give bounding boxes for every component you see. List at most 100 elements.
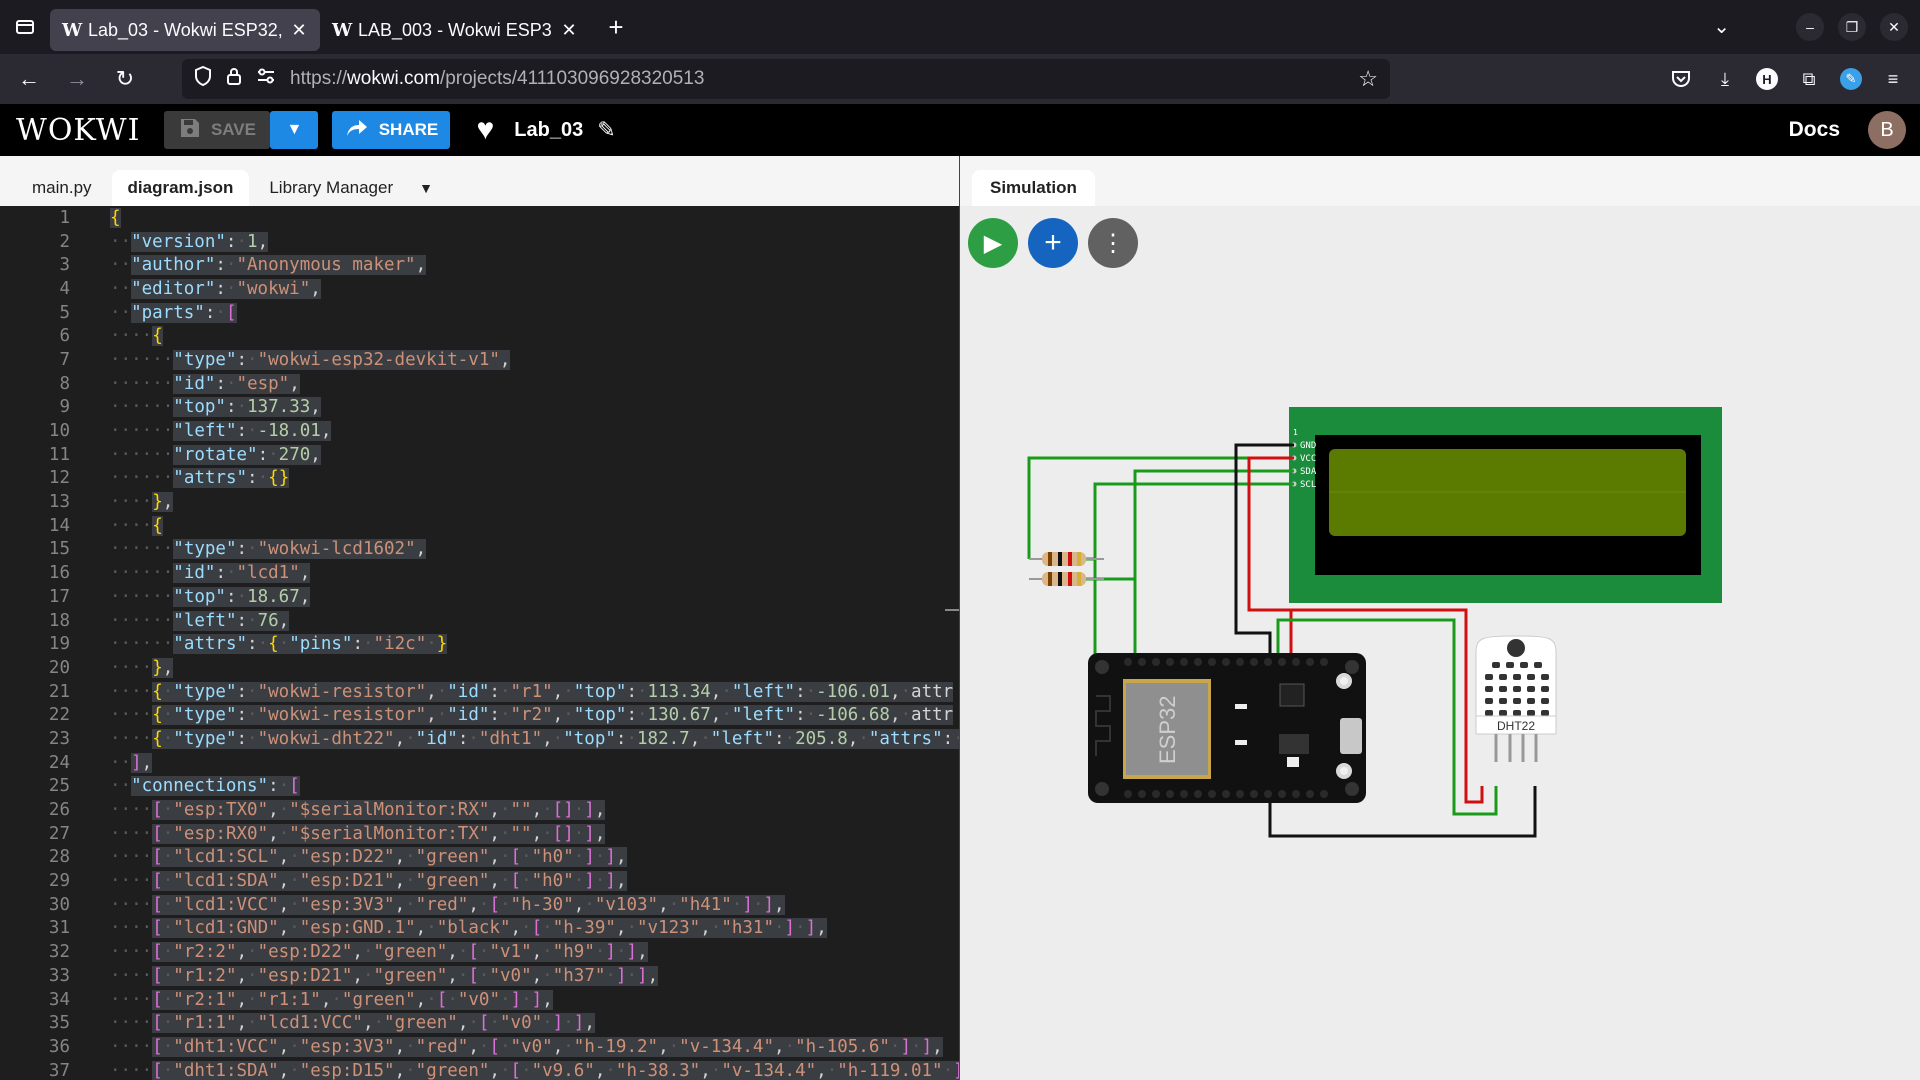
tab-library-manager[interactable]: Library Manager (253, 170, 409, 206)
save-dropdown-button[interactable]: ▼ (270, 111, 319, 149)
line-number: 11 (48, 444, 70, 465)
pocket-icon[interactable] (1668, 66, 1694, 92)
code-line[interactable]: 2 ··"version":·1, (0, 230, 959, 254)
code-line[interactable]: 37 ····[·"dht1:SDA",·"esp:D15",·"green",·… (0, 1059, 959, 1080)
code-text: ····{ (110, 515, 163, 536)
extension-h-icon[interactable]: H (1756, 68, 1778, 90)
code-line[interactable]: 35 ····[·"r1:1",·"lcd1:VCC",·"green",·[·"… (0, 1011, 959, 1035)
dht22-sensor[interactable]: DHT22 (1475, 635, 1557, 762)
code-line[interactable]: 20 ····}, (0, 656, 959, 680)
code-line[interactable]: 16 ······"id":·"lcd1", (0, 561, 959, 585)
code-line[interactable]: 33 ····[·"r1:2",·"esp:D21",·"green",·[·"v… (0, 964, 959, 988)
code-line[interactable]: 19 ······"attrs":·{·"pins":·"i2c"·} (0, 632, 959, 656)
close-icon[interactable]: ✕ (560, 20, 578, 41)
tabs-dropdown-icon[interactable]: ▼ (413, 170, 439, 206)
wokwi-header: WOKWI SAVE ▼ SHARE ♥ Lab_03 ✎ Docs B (0, 104, 1920, 156)
simulation-canvas[interactable]: ▶ + ⋮ 1 GND VCC SDA SCL ESP32 DHT22 (960, 206, 1920, 1080)
project-name[interactable]: Lab_03 (514, 119, 583, 142)
line-number: 20 (48, 657, 70, 678)
url-bar[interactable]: https://wokwi.com/projects/4111030969283… (182, 59, 1390, 99)
line-number: 30 (48, 894, 70, 915)
shield-icon[interactable] (194, 65, 212, 92)
reload-icon[interactable]: ↻ (104, 59, 146, 99)
back-arrow-icon[interactable]: ← (8, 59, 50, 99)
code-line[interactable]: 14 ····{ (0, 514, 959, 538)
chevron-down-icon[interactable]: ⌄ (1713, 14, 1730, 39)
code-line[interactable]: 12 ······"attrs":·{} (0, 467, 959, 491)
heart-icon[interactable]: ♥ (476, 113, 494, 147)
code-text: ······"left":·76, (110, 610, 290, 631)
extension-blue-icon[interactable]: ✎ (1840, 68, 1862, 90)
docs-link[interactable]: Docs (1789, 118, 1840, 142)
code-line[interactable]: 9 ······"top":·137.33, (0, 396, 959, 420)
tab-list-icon[interactable] (0, 0, 50, 54)
pencil-edit-icon[interactable]: ✎ (597, 117, 615, 143)
code-line[interactable]: 22 ····{·"type":·"wokwi-resistor",·"id":·… (0, 703, 959, 727)
browser-tab-lab003[interactable]: W LAB_003 - Wokwi ESP32, S ✕ (320, 9, 590, 51)
code-text: ··"version":·1, (110, 231, 269, 252)
code-line[interactable]: 3 ··"author":·"Anonymous maker", (0, 253, 959, 277)
code-line[interactable]: 15 ······"type":·"wokwi-lcd1602", (0, 538, 959, 562)
permissions-icon[interactable] (256, 68, 276, 90)
tab-diagram-json[interactable]: diagram.json (111, 170, 250, 206)
wokwi-logo[interactable]: WOKWI (16, 113, 140, 148)
code-line[interactable]: 17 ······"top":·18.67, (0, 585, 959, 609)
lock-icon[interactable] (226, 66, 242, 92)
browser-tab-lab03[interactable]: W Lab_03 - Wokwi ESP32, STM ✕ (50, 9, 320, 51)
code-line[interactable]: 21 ····{·"type":·"wokwi-resistor",·"id":·… (0, 680, 959, 704)
code-editor[interactable]: 1{2 ··"version":·1, 3 ··"author":·"Anonymou… (0, 206, 959, 1080)
code-line[interactable]: 32 ····[·"r2:2",·"esp:D22",·"green",·[·"v… (0, 940, 959, 964)
new-tab-button[interactable]: + (594, 6, 638, 48)
code-text: ····[·"esp:TX0",·"$serialMonitor:RX",·""… (110, 800, 606, 821)
code-line[interactable]: 1{ (0, 206, 959, 230)
esp32-devkit-board[interactable]: ESP32 (1088, 653, 1366, 803)
tab-main-py[interactable]: main.py (16, 170, 108, 206)
code-line[interactable]: 25 ··"connections":·[ (0, 775, 959, 799)
code-line[interactable]: 18 ······"left":·76, (0, 609, 959, 633)
code-text: ······"top":·18.67, (110, 586, 311, 607)
code-line[interactable]: 5 ··"parts":·[ (0, 301, 959, 325)
close-icon[interactable]: ✕ (290, 20, 308, 41)
restore-icon[interactable]: ❐ (1838, 13, 1866, 41)
code-line[interactable]: 13 ····}, (0, 490, 959, 514)
forward-arrow-icon[interactable]: → (56, 59, 98, 99)
code-line[interactable]: 6 ····{ (0, 324, 959, 348)
tab-simulation[interactable]: Simulation (972, 170, 1095, 206)
code-line[interactable]: 31 ····[·"lcd1:GND",·"esp:GND.1",·"black"… (0, 917, 959, 941)
resistor-r1[interactable] (1029, 552, 1104, 566)
bookmark-star-icon[interactable]: ☆ (1358, 66, 1378, 92)
save-button[interactable]: SAVE (164, 111, 271, 149)
wokwi-favicon-icon: W (62, 19, 83, 41)
resistor-r2[interactable] (1029, 572, 1104, 586)
code-line[interactable]: 8 ······"id":·"esp", (0, 372, 959, 396)
code-text: { (110, 207, 121, 228)
download-icon[interactable]: ⤓ (1712, 66, 1738, 92)
code-line[interactable]: 11 ······"rotate":·270, (0, 443, 959, 467)
code-line[interactable]: 28 ····[·"lcd1:SCL",·"esp:D22",·"green",·… (0, 846, 959, 870)
line-number: 14 (48, 515, 70, 536)
browser-tab-bar: W Lab_03 - Wokwi ESP32, STM ✕ W LAB_003 … (0, 0, 1920, 54)
code-text: ····{·"type":·"wokwi-resistor",·"id":·"r… (110, 681, 954, 702)
share-button[interactable]: SHARE (332, 111, 451, 149)
code-line[interactable]: 36 ····[·"dht1:VCC",·"esp:3V3",·"red",·[·… (0, 1035, 959, 1059)
code-line[interactable]: 23 ····{·"type":·"wokwi-dht22",·"id":·"dh… (0, 727, 959, 751)
code-line[interactable]: 30 ····[·"lcd1:VCC",·"esp:3V3",·"red",·[·… (0, 893, 959, 917)
code-line[interactable]: 4 ··"editor":·"wokwi", (0, 277, 959, 301)
code-line[interactable]: 24 ··], (0, 751, 959, 775)
url-host: wokwi.com (347, 68, 440, 89)
menu-hamburger-icon[interactable]: ≡ (1880, 66, 1906, 92)
extensions-puzzle-icon[interactable]: ⧉ (1796, 66, 1822, 92)
code-line[interactable]: 29 ····[·"lcd1:SDA",·"esp:D21",·"green",·… (0, 869, 959, 893)
line-number: 23 (48, 728, 70, 749)
code-line[interactable]: 27 ····[·"esp:RX0",·"$serialMonitor:TX",·… (0, 822, 959, 846)
code-text: ······"id":·"esp", (110, 373, 300, 394)
code-line[interactable]: 26 ····[·"esp:TX0",·"$serialMonitor:RX",·… (0, 798, 959, 822)
minimize-icon[interactable]: – (1796, 13, 1824, 41)
lcd1602-display[interactable]: 1 GND VCC SDA SCL (1289, 407, 1722, 603)
code-line[interactable]: 10 ······"left":·-18.01, (0, 419, 959, 443)
avatar[interactable]: B (1868, 111, 1906, 149)
code-text: ····[·"lcd1:GND",·"esp:GND.1",·"black",·… (110, 918, 827, 939)
code-line[interactable]: 7 ······"type":·"wokwi-esp32-devkit-v1", (0, 348, 959, 372)
close-window-icon[interactable]: ✕ (1880, 13, 1908, 41)
code-line[interactable]: 34 ····[·"r2:1",·"r1:1",·"green",·[·"v0"·… (0, 988, 959, 1012)
